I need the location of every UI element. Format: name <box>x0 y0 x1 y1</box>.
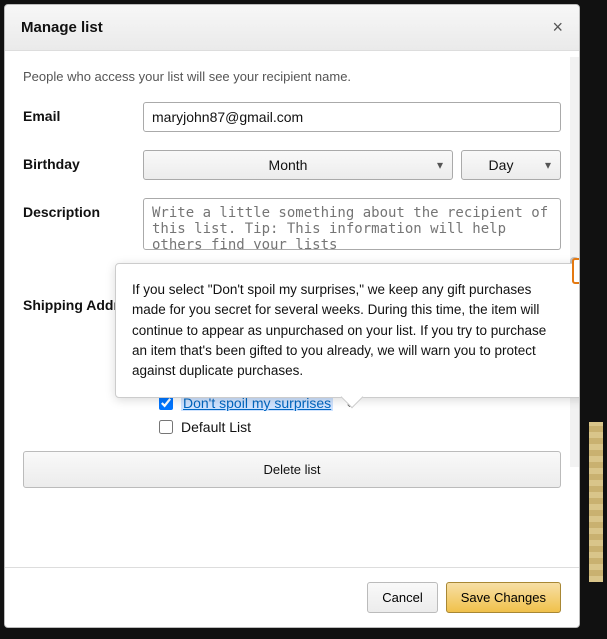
dont-spoil-popover: If you select "Don't spoil my surprises,… <box>115 263 580 398</box>
default-list-label: Default List <box>181 419 251 435</box>
manage-list-modal: Manage list × People who access your lis… <box>4 4 580 628</box>
email-label: Email <box>23 102 143 124</box>
popover-close-button[interactable]: × <box>572 258 580 284</box>
delete-list-button[interactable]: Delete list <box>23 451 561 488</box>
dont-spoil-checkbox[interactable] <box>159 396 173 410</box>
save-button[interactable]: Save Changes <box>446 582 561 613</box>
birthday-day-select[interactable]: Day <box>461 150 561 180</box>
background-decoration <box>589 422 603 582</box>
cancel-button[interactable]: Cancel <box>367 582 437 613</box>
description-field[interactable] <box>143 198 561 250</box>
popover-text: If you select "Don't spoil my surprises,… <box>132 282 546 378</box>
default-list-checkbox[interactable] <box>159 420 173 434</box>
close-icon[interactable]: × <box>552 17 563 38</box>
modal-footer: Cancel Save Changes <box>5 567 579 627</box>
modal-title: Manage list <box>21 19 103 36</box>
email-field[interactable] <box>143 102 561 132</box>
recipient-hint: People who access your list will see you… <box>23 69 561 84</box>
modal-header: Manage list × <box>5 5 579 51</box>
description-label: Description <box>23 198 143 220</box>
birthday-month-select[interactable]: Month <box>143 150 453 180</box>
birthday-label: Birthday <box>23 150 143 172</box>
